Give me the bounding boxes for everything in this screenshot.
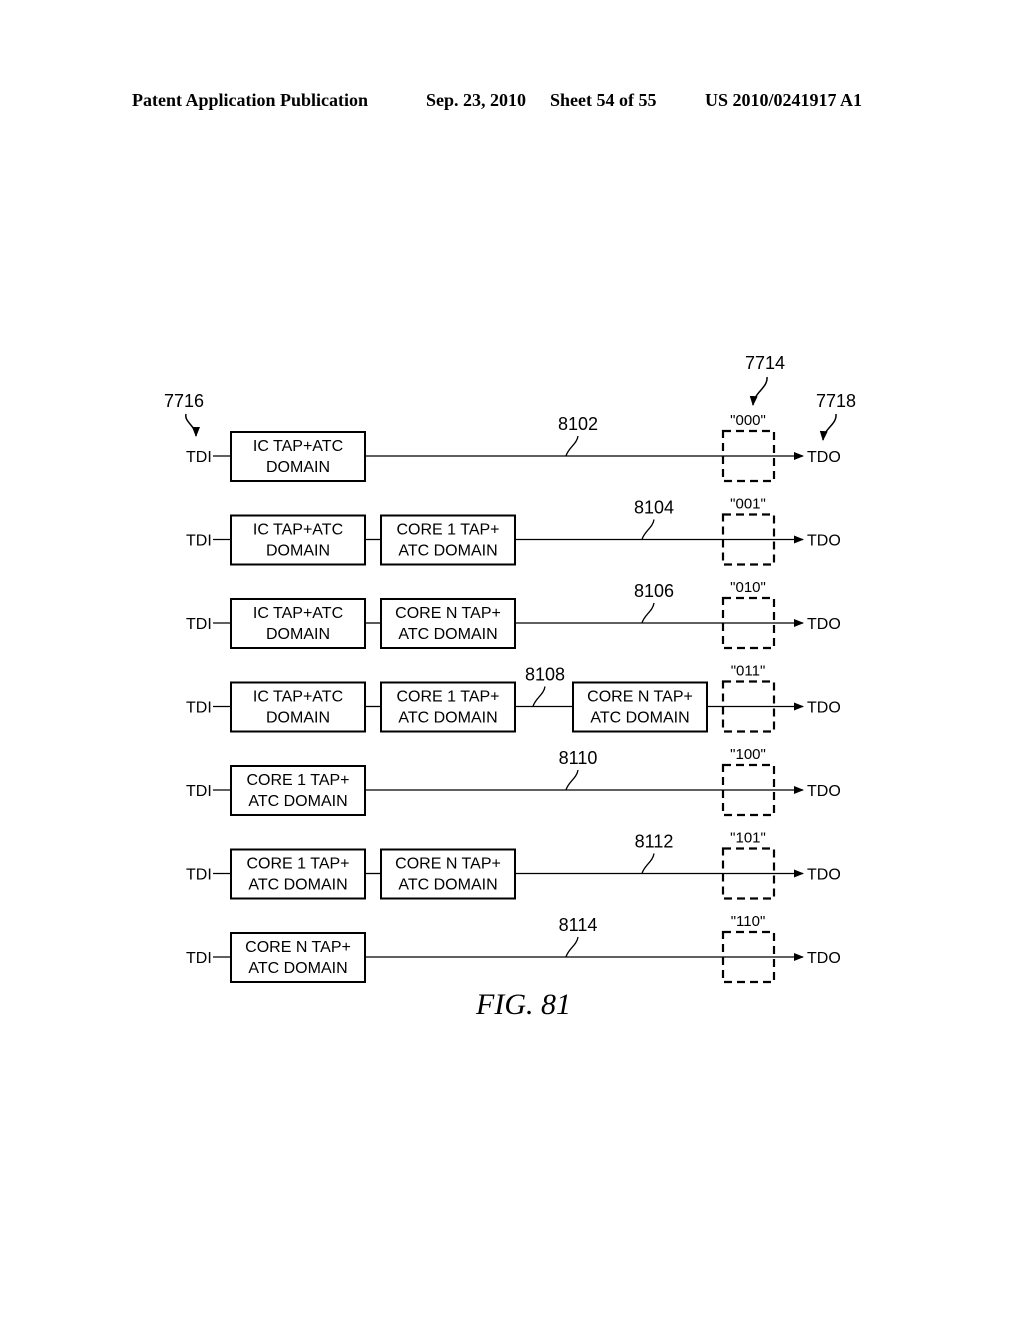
tap-domain-label-line2: ATC DOMAIN bbox=[398, 543, 497, 560]
scan-path-row: TDI IC TAP+ATC DOMAIN CORE 1 TAP+ ATC DOMAIN… bbox=[186, 496, 841, 566]
tdi-label: TDI bbox=[186, 700, 212, 717]
tap-domain-label-line1: CORE N TAP+ bbox=[395, 605, 501, 622]
tap-domain-label-line1: IC TAP+ATC bbox=[253, 689, 343, 706]
path-ref-label: 8106 bbox=[634, 581, 674, 601]
path-ref-label: 8114 bbox=[559, 915, 598, 935]
tap-domain-label-line2: ATC DOMAIN bbox=[248, 877, 347, 894]
tdi-label: TDI bbox=[186, 783, 212, 800]
tdo-label: TDO bbox=[807, 700, 841, 717]
scan-path-row: TDI CORE 1 TAP+ ATC DOMAIN "100" TDO 8110 bbox=[186, 746, 841, 817]
instruction-code-label: "011" bbox=[731, 663, 766, 680]
scan-path-row: TDI IC TAP+ATC DOMAIN CORE 1 TAP+ ATC DOMAIN… bbox=[186, 663, 841, 733]
scan-path-row: TDI CORE N TAP+ ATC DOMAIN "110" TDO 8114 bbox=[186, 913, 841, 984]
path-ref-label: 8110 bbox=[559, 748, 598, 768]
path-ref-leader bbox=[565, 435, 579, 457]
scan-path-row: TDI IC TAP+ATC DOMAIN CORE N TAP+ ATC DOMAIN… bbox=[186, 579, 841, 650]
tap-domain-label-line2: ATC DOMAIN bbox=[590, 710, 689, 727]
instruction-code-label: "001" bbox=[730, 496, 766, 513]
tap-domain-label-line1: CORE 1 TAP+ bbox=[247, 856, 350, 873]
tdi-label: TDI bbox=[186, 449, 212, 466]
tap-domain-label-line2: DOMAIN bbox=[266, 710, 330, 727]
path-ref-leader bbox=[641, 853, 655, 874]
tap-domain-label-line2: ATC DOMAIN bbox=[398, 626, 497, 643]
path-ref-leader bbox=[565, 936, 579, 958]
path-ref-label: 8108 bbox=[525, 665, 565, 685]
tap-domain-label-line2: DOMAIN bbox=[266, 626, 330, 643]
tdo-label: TDO bbox=[807, 867, 841, 884]
tap-domain-label-line1: IC TAP+ATC bbox=[253, 438, 343, 455]
tap-domain-label-line2: ATC DOMAIN bbox=[248, 960, 347, 977]
instruction-code-label: "110" bbox=[731, 913, 766, 930]
instruction-code-label: "101" bbox=[730, 830, 766, 847]
scan-path-row: TDI CORE 1 TAP+ ATC DOMAIN CORE N TAP+ ATC D… bbox=[186, 830, 841, 900]
tap-domain-label-line1: CORE 1 TAP+ bbox=[247, 772, 350, 789]
path-ref-label: 8102 bbox=[558, 414, 598, 434]
tdo-ref-label: 7718 bbox=[816, 391, 856, 411]
scan-path-diagram: 7716 7714 7718 TDIIC TAP+ATCDOMAIN"000"T… bbox=[164, 353, 856, 984]
scan-path-row: TDI IC TAP+ATC DOMAIN "000" TDO 8102 bbox=[186, 412, 841, 483]
tap-domain-label-line2: ATC DOMAIN bbox=[398, 877, 497, 894]
tdi-label: TDI bbox=[186, 533, 212, 550]
path-ref-leader bbox=[565, 769, 579, 791]
tap-domain-label-line1: IC TAP+ATC bbox=[253, 605, 343, 622]
instruction-code-label: "100" bbox=[730, 746, 766, 763]
path-ref-label: 8104 bbox=[634, 498, 674, 518]
tap-domain-label-line1: CORE N TAP+ bbox=[395, 856, 501, 873]
instruction-code-label: "010" bbox=[730, 579, 766, 596]
tdi-label: TDI bbox=[186, 616, 212, 633]
tap-domain-label-line1: CORE N TAP+ bbox=[587, 689, 693, 706]
tap-domain-label-line1: CORE 1 TAP+ bbox=[397, 689, 500, 706]
tap-domain-label-line1: IC TAP+ATC bbox=[253, 522, 343, 539]
tdo-ref-leader bbox=[819, 413, 837, 441]
tdi-ref-label: 7716 bbox=[164, 391, 204, 411]
tap-domain-label-line2: ATC DOMAIN bbox=[398, 710, 497, 727]
path-ref-leader bbox=[532, 686, 546, 707]
tdi-ref-leader bbox=[185, 413, 200, 437]
tap-domain-label-line1: CORE N TAP+ bbox=[245, 939, 351, 956]
figure-label: FIG. 81 bbox=[476, 988, 571, 1021]
tap-domain-label-line2: DOMAIN bbox=[266, 543, 330, 560]
path-ref-leader bbox=[641, 519, 655, 540]
tdo-label: TDO bbox=[807, 616, 841, 633]
tdo-label: TDO bbox=[807, 783, 841, 800]
path-ref-label: 8112 bbox=[635, 832, 674, 852]
register-ref-label: 7714 bbox=[745, 353, 785, 373]
instruction-code-label: "000" bbox=[730, 412, 766, 429]
tdo-label: TDO bbox=[807, 533, 841, 550]
tdi-label: TDI bbox=[186, 950, 212, 967]
path-ref-leader bbox=[641, 602, 655, 624]
tdi-label: TDI bbox=[186, 867, 212, 884]
register-ref-leader bbox=[749, 376, 768, 406]
tap-domain-label-line1: CORE 1 TAP+ bbox=[397, 522, 500, 539]
tap-domain-label-line2: DOMAIN bbox=[266, 459, 330, 476]
tdo-label: TDO bbox=[807, 950, 841, 967]
tap-domain-label-line2: ATC DOMAIN bbox=[248, 793, 347, 810]
tdo-label: TDO bbox=[807, 449, 841, 466]
